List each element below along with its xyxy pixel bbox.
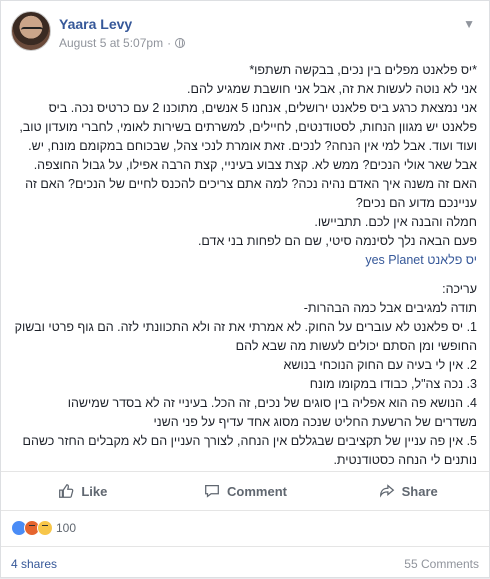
author-name[interactable]: Yaara Levy [59, 16, 132, 32]
post-meta: August 5 at 5:07pm · [59, 36, 186, 50]
reaction-icons [11, 520, 53, 536]
post-line: פעם הבאה נלך לסינמה סיטי, שם הם לפחות בנ… [197, 234, 477, 248]
edit-line: החופשי ומן הסתם יכולים לעשות מה שבא להם [235, 339, 477, 353]
post-line: אני לא נוטה לעשות את זה, אבל אני חושבת ש… [187, 82, 477, 96]
share-label: Share [401, 483, 438, 499]
timestamp[interactable]: August 5 at 5:07pm [59, 36, 163, 50]
reactions-summary[interactable]: 100 [11, 518, 76, 538]
post-line: אני נמצאת כרגע ביס פלאנט ירושלים, אנחנו … [48, 101, 477, 115]
post-line: אבל שאר אולי הנכים? ממש לא. קצת צבוע בעי… [33, 158, 477, 172]
facebook-post-card: Yaara Levy August 5 at 5:07pm · ▼ *יס פל… [0, 0, 490, 578]
post-header: Yaara Levy August 5 at 5:07pm · ▼ [11, 11, 479, 57]
reaction-count: 100 [56, 521, 77, 535]
share-arrow-icon [379, 484, 394, 498]
comment-label: Comment [227, 483, 287, 499]
edit-line: משדרים של הרשעת החליט שנכה מסוג אחד עדיף… [153, 415, 477, 429]
comment-icon [205, 484, 219, 498]
comment-button[interactable]: Comment [164, 472, 327, 510]
post-line: עניינכם מדוע הם נכים? [355, 196, 477, 210]
post-line: ועוד ועוד. אבל למי אין הנחה? לנכים. זאת … [28, 139, 477, 153]
edit-header: עריכה: [442, 282, 477, 296]
post-line: פלאנט יש מגוון הנחות, לסטודנטים, לחיילים… [19, 120, 477, 134]
like-button[interactable]: Like [1, 472, 164, 510]
action-bar: Like Comment Share [1, 471, 489, 511]
like-label: Like [81, 483, 108, 499]
post-line: חמלה והבנה אין לכם. תתביישו. [314, 215, 477, 229]
avatar[interactable] [11, 11, 51, 51]
edit-intro: תודה למגיבים אבל כמה הבהרות- [303, 301, 477, 315]
edit-line: 4. הנושא פה הוא אפליה בין סוגים של נכים,… [67, 396, 477, 410]
post-line: האם זה משנה איך האדם נהיה נכה? למה אתם צ… [25, 177, 477, 191]
post-body: *יס פלאנט מפלים בין נכים, בבקשה תשתפו* א… [11, 61, 477, 470]
page-tag-link[interactable]: יס פלאנט yes Planet [11, 251, 477, 270]
share-button[interactable]: Share [326, 472, 489, 510]
separator-dot: · [167, 36, 172, 50]
edit-line: 5. אין פה עניין של תקציבים שבגללם אין הנ… [22, 434, 478, 448]
sad-reaction-icon [37, 520, 53, 536]
edit-line: 1. יס פלאנט לא עוברים על החוק. לא אמרתי … [14, 320, 477, 334]
thumbs-up-icon [59, 484, 74, 498]
post-line: *יס פלאנט מפלים בין נכים, בבקשה תשתפו* [249, 63, 477, 77]
shares-count[interactable]: 4 shares [11, 557, 57, 571]
edit-line: 3. נכה צה"ל, כבודו במקומו מונח [309, 377, 477, 391]
edit-line: נותנים לי הנחה כסטודנטית. [333, 453, 477, 467]
globe-icon [175, 38, 186, 48]
chevron-down-icon[interactable]: ▼ [463, 17, 475, 31]
comments-count[interactable]: 55 Comments [404, 557, 479, 571]
post-footer: 4 shares 55 Comments [1, 546, 489, 579]
edit-line: 2. אין לי בעיה עם החוק הנוכחי בנושא [283, 358, 477, 372]
